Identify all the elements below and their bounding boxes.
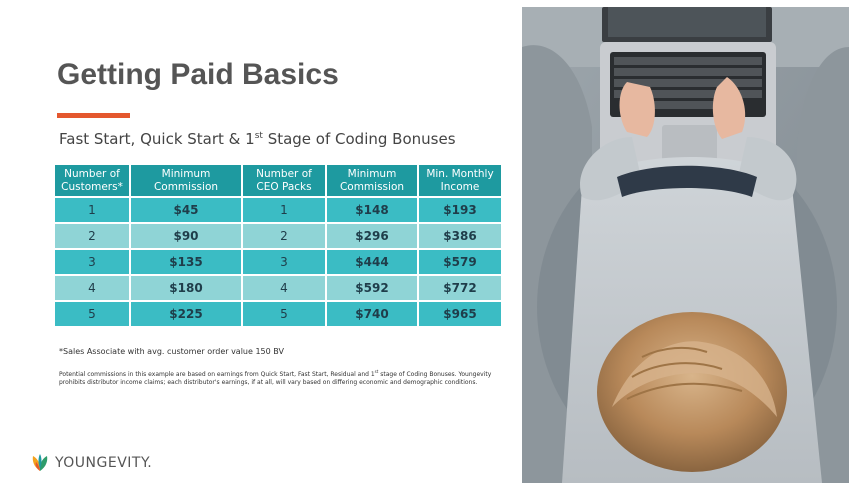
logo-wordmark: YOUNGEVITY. [55, 455, 153, 471]
table-cell: $296 [326, 223, 419, 250]
income-disclaimer: Potential commissions in this example ar… [59, 368, 499, 387]
table-cell: 4 [242, 275, 327, 302]
commission-table: Number of Customers* Minimum Commission … [55, 165, 501, 328]
disclaimer-before: Potential commissions in this example ar… [59, 371, 375, 378]
subtitle-superscript: st [254, 131, 263, 141]
table-row: 5 $225 5 $740 $965 [55, 301, 501, 328]
subtitle-rest: Stage of Coding Bonuses [262, 130, 456, 148]
table-cell: $135 [130, 249, 243, 276]
table-row: 1 $45 1 $148 $193 [55, 197, 501, 224]
table-row: 2 $90 2 $296 $386 [55, 223, 501, 250]
table-cell: $225 [130, 301, 243, 328]
table-cell: 5 [242, 301, 327, 328]
table-cell: 1 [55, 197, 131, 224]
table-row: 3 $135 3 $444 $579 [55, 249, 501, 276]
table-cell: $592 [326, 275, 419, 302]
header-number-of-ceo-packs: Number of CEO Packs [242, 165, 327, 198]
youngevity-logo: YOUNGEVITY. [30, 452, 152, 474]
table-cell: $45 [130, 197, 243, 224]
table-cell: $772 [418, 275, 501, 302]
header-number-of-customers: Number of Customers* [55, 165, 131, 198]
youngevity-leaf-icon [32, 454, 48, 471]
table-cell: 5 [55, 301, 131, 328]
header-minimum-commission-ceo: Minimum Commission [326, 165, 419, 198]
table-cell: $180 [130, 275, 243, 302]
header-min-monthly-income: Min. Monthly Income [418, 165, 501, 198]
table-row: 4 $180 4 $592 $772 [55, 275, 501, 302]
subtitle-main: Fast Start, Quick Start & 1 [59, 130, 255, 148]
table-cell: $193 [418, 197, 501, 224]
slide-subtitle: Fast Start, Quick Start & 1st Stage of C… [59, 130, 456, 148]
table-cell: 3 [55, 249, 131, 276]
table-cell: 4 [55, 275, 131, 302]
slide-title: Getting Paid Basics [57, 58, 339, 91]
person-using-laptop-photo [522, 7, 849, 483]
table-cell: $90 [130, 223, 243, 250]
table-cell: 1 [242, 197, 327, 224]
table-footnote: *Sales Associate with avg. customer orde… [59, 347, 284, 356]
title-accent-bar [57, 113, 130, 118]
table-cell: $965 [418, 301, 501, 328]
photo-illustration [522, 7, 849, 483]
table-cell: 3 [242, 249, 327, 276]
table-cell: $386 [418, 223, 501, 250]
table-cell: $444 [326, 249, 419, 276]
table-cell: $579 [418, 249, 501, 276]
table-cell: $148 [326, 197, 419, 224]
table-cell: 2 [55, 223, 131, 250]
table-cell: 2 [242, 223, 327, 250]
table-header-row: Number of Customers* Minimum Commission … [55, 165, 501, 198]
slide: Getting Paid Basics Fast Start, Quick St… [0, 0, 849, 483]
header-minimum-commission: Minimum Commission [130, 165, 243, 198]
table-cell: $740 [326, 301, 419, 328]
